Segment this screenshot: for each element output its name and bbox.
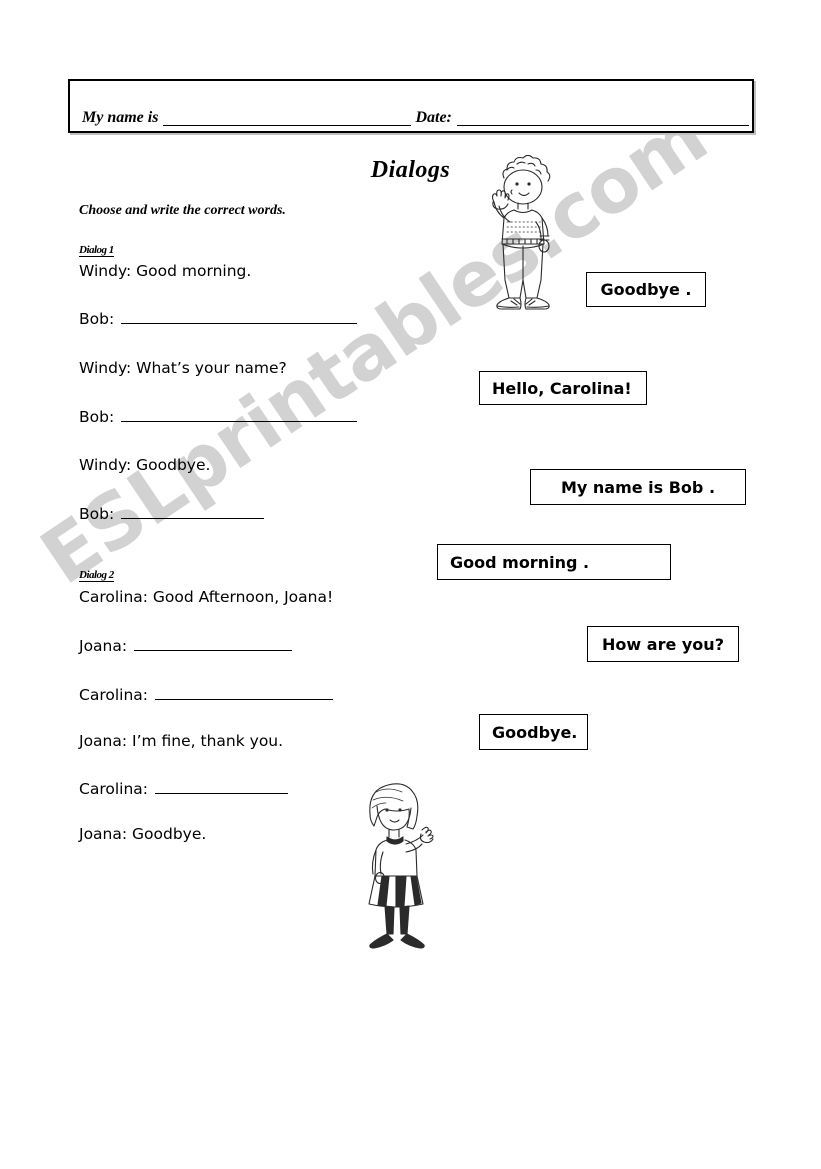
answer-box-text: How are you? bbox=[602, 634, 724, 654]
dialog-line-speaker: Joana: bbox=[79, 637, 128, 655]
dialog-line: Carolina: Good Afternoon, Joana! bbox=[79, 588, 333, 606]
dialog-line-speaker: Bob: bbox=[79, 408, 115, 426]
answer-write-line[interactable] bbox=[155, 686, 333, 700]
answer-box[interactable]: Hello, Carolina! bbox=[479, 371, 647, 405]
name-write-line[interactable] bbox=[163, 111, 412, 126]
dialog-line-speaker: Bob: bbox=[79, 505, 115, 523]
dialog-line: Carolina: bbox=[79, 686, 333, 704]
page-title: Dialogs bbox=[370, 157, 451, 183]
name-label: My name is bbox=[82, 109, 159, 126]
date-write-line[interactable] bbox=[456, 111, 749, 126]
dialog-line: Joana: bbox=[79, 637, 293, 655]
date-label: Date: bbox=[415, 109, 452, 126]
dialog-line: Windy: What’s your name? bbox=[79, 359, 287, 377]
answer-box[interactable]: My name is Bob . bbox=[530, 469, 746, 505]
answer-write-line[interactable] bbox=[155, 780, 288, 794]
dialog-line: Bob: bbox=[79, 310, 358, 328]
answer-box[interactable]: Goodbye . bbox=[586, 272, 706, 307]
girl-waving-illustration bbox=[356, 776, 436, 954]
boy-waving-illustration bbox=[476, 150, 562, 313]
answer-box-text: Hello, Carolina! bbox=[492, 378, 632, 398]
dialog-line-speaker: Joana: I’m fine, thank you. bbox=[79, 732, 284, 750]
answer-box-text: My name is Bob . bbox=[560, 477, 716, 497]
dialog-1-label: Dialog 1 bbox=[79, 244, 114, 257]
dialog-2-label: Dialog 2 bbox=[79, 569, 114, 582]
answer-box-text: Goodbye. bbox=[492, 722, 578, 742]
dialog-line: Bob: bbox=[79, 408, 358, 426]
dialog-line: Bob: bbox=[79, 505, 265, 523]
dialog-line-speaker: Windy: What’s your name? bbox=[79, 359, 287, 377]
dialog-line-speaker: Carolina: Good Afternoon, Joana! bbox=[79, 588, 334, 606]
answer-write-line[interactable] bbox=[134, 637, 293, 651]
dialog-line-speaker: Carolina: bbox=[79, 780, 148, 798]
answer-write-line[interactable] bbox=[121, 310, 358, 324]
dialog-line: Windy: Good morning. bbox=[79, 262, 251, 280]
dialog-line: Joana: I’m fine, thank you. bbox=[79, 732, 283, 750]
dialog-line-speaker: Joana: Goodbye. bbox=[79, 825, 207, 843]
dialog-line-speaker: Bob: bbox=[79, 310, 115, 328]
dialog-line: Carolina: bbox=[79, 780, 288, 798]
answer-box-text: Good morning . bbox=[450, 552, 590, 572]
answer-box[interactable]: Goodbye. bbox=[479, 714, 588, 750]
worksheet-page: ESLprintables.com My name is Date: Dialo… bbox=[0, 0, 821, 1169]
dialog-line-speaker: Windy: Good morning. bbox=[79, 262, 252, 280]
instruction-text: Choose and write the correct words. bbox=[79, 203, 286, 218]
answer-box-text: Goodbye . bbox=[600, 280, 692, 299]
name-date-header-box: My name is Date: bbox=[68, 79, 754, 133]
answer-box[interactable]: How are you? bbox=[587, 626, 739, 662]
answer-write-line[interactable] bbox=[121, 505, 265, 519]
dialog-line: Joana: Goodbye. bbox=[79, 825, 206, 843]
dialog-line-speaker: Windy: Goodbye. bbox=[79, 456, 211, 474]
dialog-line: Windy: Goodbye. bbox=[79, 456, 210, 474]
dialog-line-speaker: Carolina: bbox=[79, 686, 148, 704]
answer-write-line[interactable] bbox=[121, 408, 358, 422]
answer-box[interactable]: Good morning . bbox=[437, 544, 671, 580]
